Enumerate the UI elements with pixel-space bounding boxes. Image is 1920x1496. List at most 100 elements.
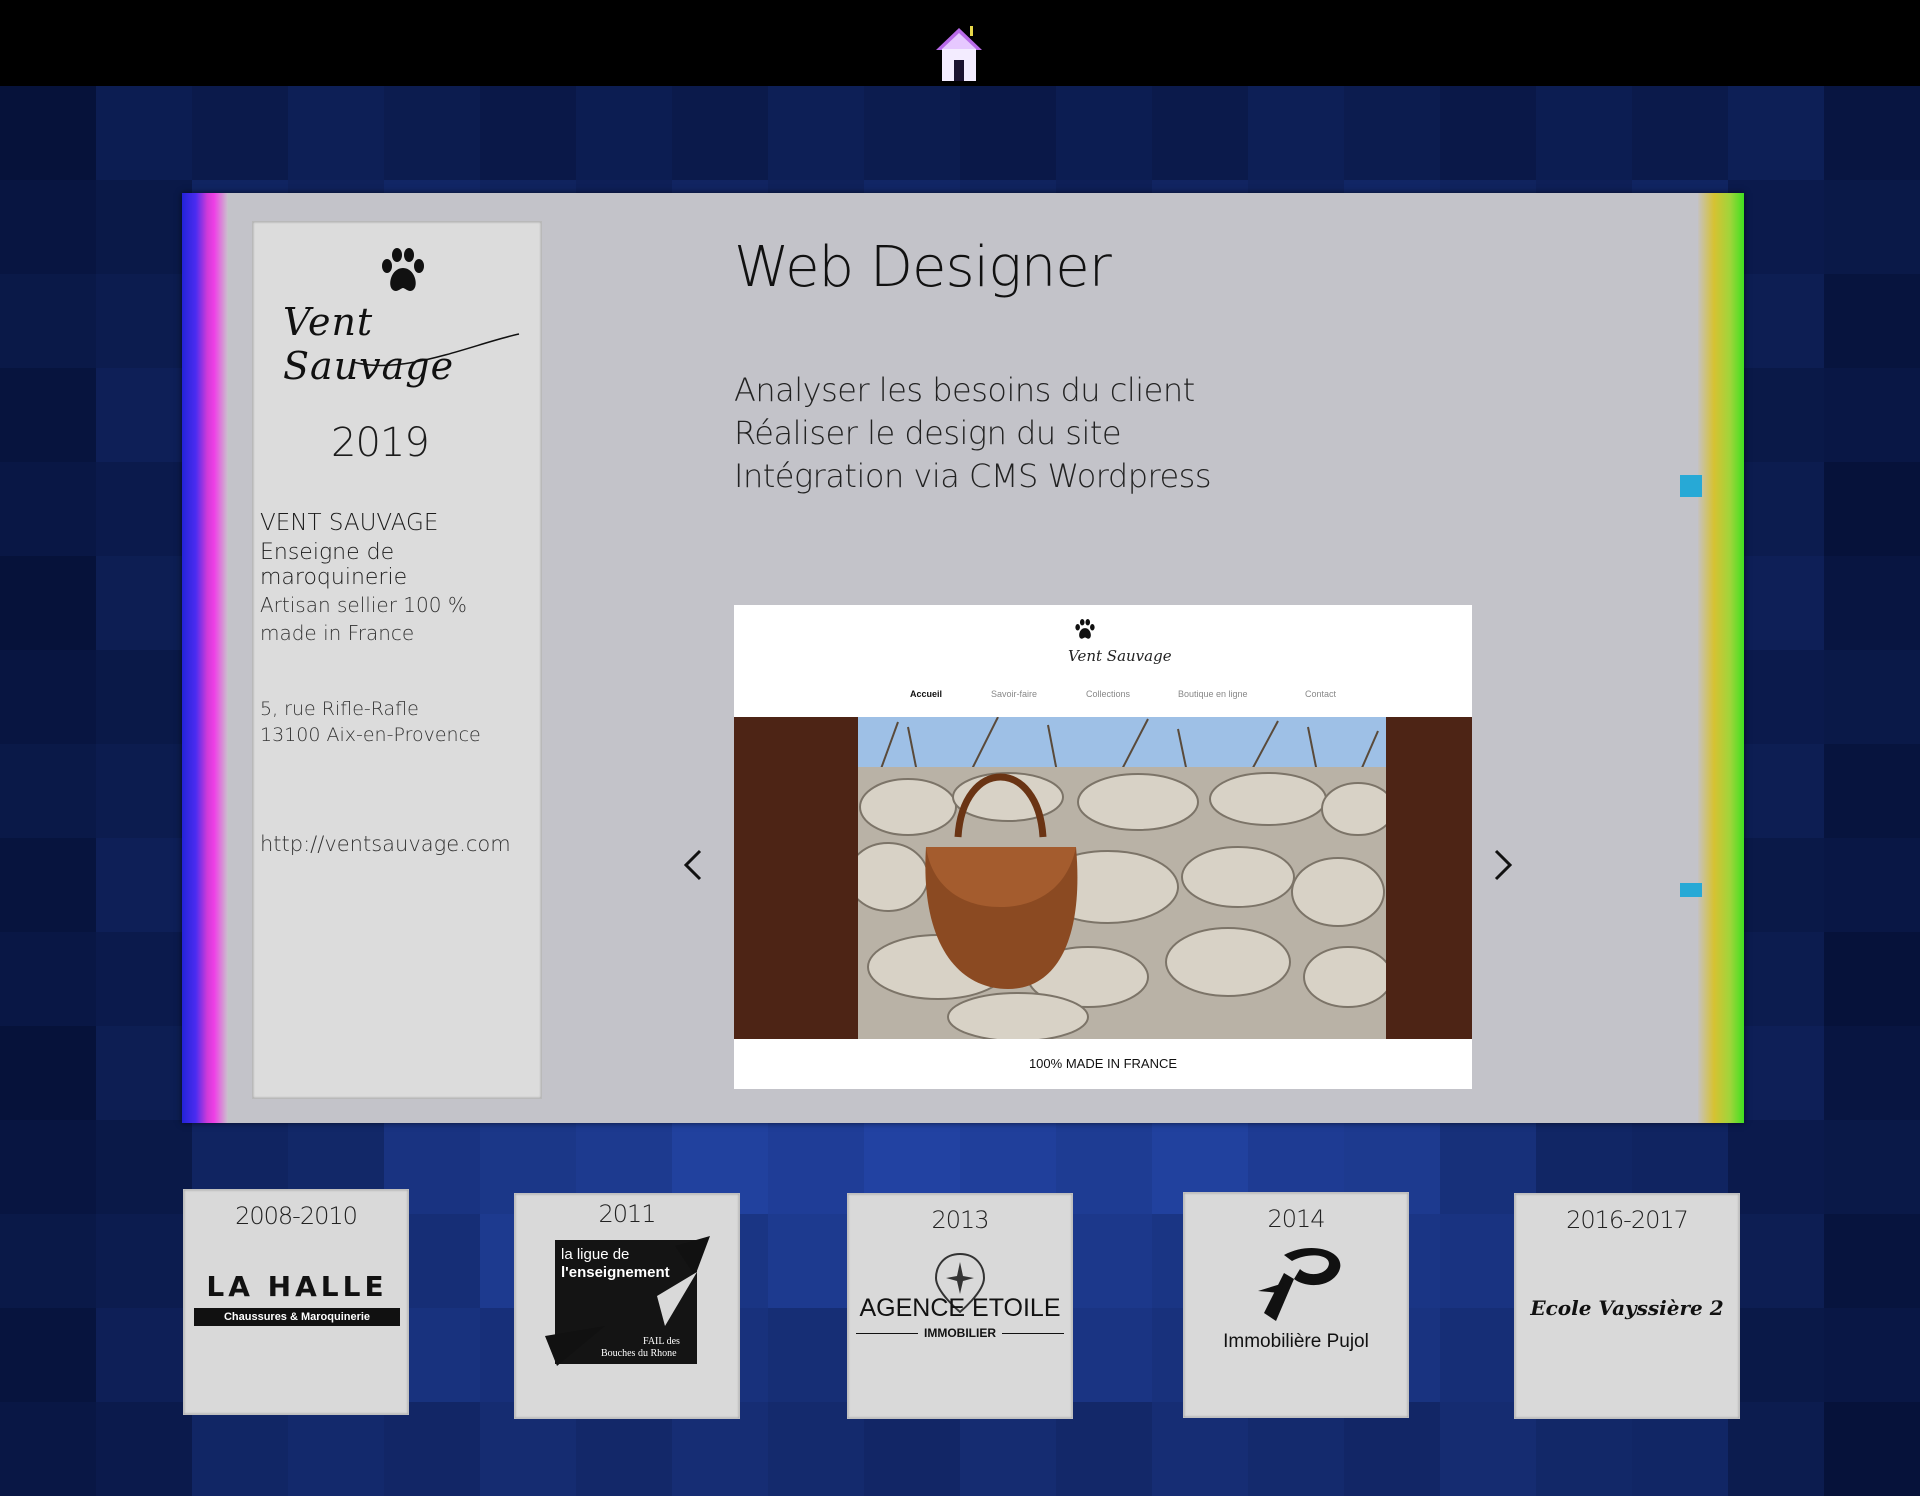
client-info-card: Vent Sauvage 2019 VENT SAUVAGE Enseigne … bbox=[252, 221, 542, 1099]
ecole-vayssiere-logo: Ecole Vayssière 2 bbox=[1515, 1244, 1739, 1414]
preview-nav-item: Boutique en ligne bbox=[1178, 689, 1248, 699]
mosaic-tile bbox=[288, 1402, 384, 1496]
ligue-enseignement-logo: la ligue de l'enseignement FAIL des Bouc… bbox=[515, 1236, 739, 1414]
mosaic-tile bbox=[96, 1214, 192, 1308]
mosaic-tile bbox=[0, 932, 96, 1026]
logo-text: Chaussures & Maroquinerie bbox=[194, 1308, 400, 1326]
mosaic-tile bbox=[0, 1026, 96, 1120]
mosaic-tile bbox=[96, 744, 192, 838]
task-item: Intégration via CMS Wordpress bbox=[734, 457, 1211, 495]
mosaic-tile bbox=[1728, 1120, 1824, 1214]
band-marker bbox=[1680, 475, 1702, 497]
logo-swash bbox=[352, 333, 520, 367]
experience-card-la-halle[interactable]: 2008-2010 LA HALLE Chaussures & Maroquin… bbox=[183, 1189, 409, 1415]
mosaic-tile bbox=[0, 838, 96, 932]
home-icon[interactable] bbox=[932, 24, 986, 84]
client-tagline-1: Artisan sellier 100 % bbox=[260, 593, 467, 617]
mosaic-tile bbox=[1824, 744, 1920, 838]
mosaic-tile bbox=[0, 556, 96, 650]
mosaic-tile bbox=[0, 1214, 96, 1308]
mosaic-tile bbox=[1728, 1308, 1824, 1402]
leather-bag-photo bbox=[858, 717, 1386, 1039]
mosaic-tile bbox=[0, 462, 96, 556]
pujol-emblem-icon bbox=[1258, 1248, 1341, 1321]
right-color-band bbox=[1698, 193, 1744, 1123]
experience-card-agence-etoile[interactable]: 2013 AGENCE ETOILE IMMOBILIER bbox=[847, 1193, 1073, 1419]
mosaic-tile bbox=[1248, 86, 1344, 180]
mosaic-tile bbox=[1536, 86, 1632, 180]
mosaic-tile bbox=[480, 86, 576, 180]
mosaic-tile bbox=[96, 556, 192, 650]
mosaic-tile bbox=[1632, 86, 1728, 180]
experience-card-ecole-vayssiere[interactable]: 2016-2017 Ecole Vayssière 2 bbox=[1514, 1193, 1740, 1419]
mosaic-tile bbox=[1824, 838, 1920, 932]
mosaic-tile bbox=[96, 368, 192, 462]
client-address-2: 13100 Aix-en-Provence bbox=[260, 724, 481, 746]
preview-nav-item: Savoir-faire bbox=[991, 689, 1038, 699]
chevron-right-icon[interactable] bbox=[1482, 843, 1522, 887]
mosaic-tile bbox=[1824, 1214, 1920, 1308]
mosaic-tile bbox=[96, 274, 192, 368]
preview-logo-text: Vent Sauvage bbox=[1068, 647, 1172, 665]
client-tagline-2: made in France bbox=[260, 621, 415, 645]
website-preview: Vent Sauvage Accueil Savoir-faire Collec… bbox=[734, 605, 1472, 1089]
client-url-link[interactable]: http://ventsauvage.com bbox=[260, 832, 511, 856]
mosaic-tile bbox=[1824, 1308, 1920, 1402]
logo-text: AGENCE ETOILE bbox=[859, 1294, 1061, 1322]
mosaic-tile bbox=[0, 368, 96, 462]
agence-etoile-logo: AGENCE ETOILE IMMOBILIER bbox=[848, 1244, 1072, 1414]
mosaic-tile bbox=[1824, 86, 1920, 180]
chevron-left-icon[interactable] bbox=[674, 843, 714, 887]
preview-nav-item: Accueil bbox=[910, 689, 943, 699]
preview-banner bbox=[734, 717, 1472, 1039]
experience-year: 2008-2010 bbox=[235, 1202, 358, 1230]
preview-header: Vent Sauvage Accueil Savoir-faire Collec… bbox=[734, 605, 1472, 717]
logo-text: Ecole Vayssière 2 bbox=[1530, 1296, 1724, 1320]
band-marker bbox=[1680, 883, 1702, 897]
mosaic-tile bbox=[96, 650, 192, 744]
mosaic-tile bbox=[1824, 462, 1920, 556]
task-item: Analyser les besoins du client bbox=[734, 371, 1195, 409]
mosaic-tile bbox=[672, 86, 768, 180]
mosaic-tile bbox=[96, 932, 192, 1026]
experience-card-pujol[interactable]: 2014 Immobilière Pujol bbox=[1183, 1192, 1409, 1418]
mosaic-tile bbox=[0, 86, 96, 180]
mosaic-tile bbox=[864, 86, 960, 180]
mosaic-tile bbox=[576, 86, 672, 180]
experience-year: 2016-2017 bbox=[1566, 1206, 1689, 1234]
mosaic-tile bbox=[1824, 1402, 1920, 1496]
mosaic-tile bbox=[0, 274, 96, 368]
logo-text: l'enseignement bbox=[561, 1264, 670, 1281]
mosaic-tile bbox=[96, 1026, 192, 1120]
divider bbox=[856, 1333, 918, 1334]
mosaic-tile bbox=[0, 1308, 96, 1402]
mosaic-tile bbox=[0, 1402, 96, 1496]
mosaic-tile bbox=[96, 1308, 192, 1402]
mosaic-tile bbox=[1824, 556, 1920, 650]
logo-text: FAIL des bbox=[643, 1336, 680, 1347]
mosaic-tile bbox=[96, 838, 192, 932]
mosaic-tile bbox=[384, 1402, 480, 1496]
client-address-1: 5, rue Rifle-Rafle bbox=[260, 698, 419, 720]
mosaic-tile bbox=[288, 86, 384, 180]
mosaic-tile bbox=[1056, 86, 1152, 180]
mosaic-tile bbox=[1728, 1402, 1824, 1496]
mosaic-tile bbox=[1824, 368, 1920, 462]
paw-icon bbox=[382, 248, 424, 291]
mosaic-tile bbox=[1824, 1120, 1920, 1214]
project-screen: Vent Sauvage 2019 VENT SAUVAGE Enseigne … bbox=[182, 193, 1744, 1123]
left-color-band bbox=[182, 193, 228, 1123]
experience-year: 2014 bbox=[1267, 1205, 1325, 1233]
role-title: Web Designer bbox=[734, 235, 1112, 300]
mosaic-tile bbox=[1824, 650, 1920, 744]
mosaic-tile bbox=[96, 1120, 192, 1214]
project-year: 2019 bbox=[331, 420, 430, 466]
experience-card-ligue-enseignement[interactable]: 2011 la ligue de l'enseignement FAIL des… bbox=[514, 1193, 740, 1419]
mosaic-tile bbox=[1344, 86, 1440, 180]
experience-year: 2013 bbox=[931, 1206, 989, 1234]
mosaic-tile bbox=[1824, 274, 1920, 368]
la-halle-logo: LA HALLE Chaussures & Maroquinerie bbox=[184, 1240, 408, 1410]
mosaic-tile bbox=[192, 1402, 288, 1496]
mosaic-tile bbox=[1824, 932, 1920, 1026]
mosaic-tile bbox=[1728, 1214, 1824, 1308]
